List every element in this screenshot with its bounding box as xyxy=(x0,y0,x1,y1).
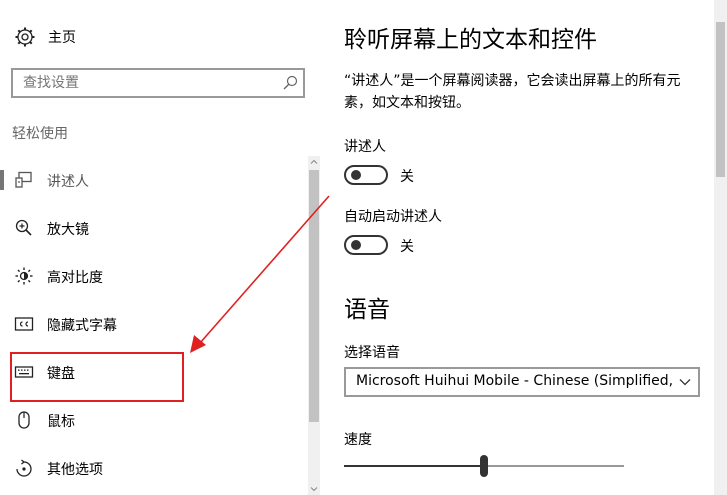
sidebar-item-other-options[interactable]: 其他选项 xyxy=(0,444,308,492)
search-box[interactable] xyxy=(11,68,305,98)
sidebar-item-narrator[interactable]: 讲述人 xyxy=(0,156,308,204)
gear-icon xyxy=(15,27,35,47)
scroll-down-icon[interactable] xyxy=(308,483,320,495)
magnifier-icon xyxy=(15,219,32,236)
voice-dropdown-value: Microsoft Huihui Mobile - Chinese (Simpl… xyxy=(356,373,674,389)
search-input[interactable] xyxy=(23,74,273,92)
main-scrollbar[interactable] xyxy=(714,0,727,495)
narrator-toggle[interactable] xyxy=(344,165,388,185)
other-options-icon xyxy=(16,459,32,477)
autostart-toggle-label: 自动启动讲述人 xyxy=(344,209,442,225)
closed-captions-icon xyxy=(14,317,34,331)
slider-fill xyxy=(344,465,484,467)
sidebar-item-label: 讲述人 xyxy=(47,174,89,190)
sidebar-nav: 讲述人 放大镜 高对比度 隐藏式字幕 键盘 鼠标 其他选项 xyxy=(0,156,308,492)
search-icon[interactable] xyxy=(282,75,298,91)
sidebar-scrollbar-thumb[interactable] xyxy=(309,170,319,422)
narrator-icon xyxy=(15,171,32,188)
main-content: 聆听屏幕上的文本和控件 “讲述人”是一个屏幕阅读器，它会读出屏幕上的所有元素，如… xyxy=(344,0,714,495)
mouse-icon xyxy=(18,411,30,429)
page-title: 聆听屏幕上的文本和控件 xyxy=(344,27,597,53)
speed-slider[interactable] xyxy=(344,455,624,479)
sidebar-item-high-contrast[interactable]: 高对比度 xyxy=(0,252,308,300)
annotation-highlight-box xyxy=(10,352,184,402)
toggle-knob xyxy=(351,170,361,180)
choose-voice-label: 选择语音 xyxy=(344,345,400,361)
autostart-toggle[interactable] xyxy=(344,235,388,255)
home-label: 主页 xyxy=(48,30,76,46)
home-nav-item[interactable]: 主页 xyxy=(14,24,76,50)
slider-thumb[interactable] xyxy=(480,455,488,477)
sidebar-item-closed-captions[interactable]: 隐藏式字幕 xyxy=(0,300,308,348)
narrator-toggle-label: 讲述人 xyxy=(344,139,386,155)
scroll-up-icon[interactable] xyxy=(308,156,320,168)
high-contrast-icon xyxy=(15,267,33,285)
section-title: 轻松使用 xyxy=(12,126,68,142)
toggle-knob xyxy=(351,240,361,250)
main-scrollbar-thumb[interactable] xyxy=(716,22,725,177)
autostart-toggle-state: 关 xyxy=(400,239,414,255)
sidebar-scrollbar[interactable] xyxy=(308,156,320,495)
sidebar-item-label: 高对比度 xyxy=(47,270,103,286)
sidebar-item-label: 鼠标 xyxy=(47,414,75,430)
sidebar-item-label: 放大镜 xyxy=(47,222,89,238)
voice-dropdown[interactable]: Microsoft Huihui Mobile - Chinese (Simpl… xyxy=(344,367,700,397)
sidebar-item-label: 隐藏式字幕 xyxy=(47,318,117,334)
speed-label: 速度 xyxy=(344,432,372,448)
selection-indicator xyxy=(0,170,4,190)
sidebar-item-label: 其他选项 xyxy=(47,462,103,478)
chevron-down-icon xyxy=(679,379,691,386)
page-description: “讲述人”是一个屏幕阅读器，它会读出屏幕上的所有元素，如文本和按钮。 xyxy=(344,73,681,111)
settings-sidebar: 主页 轻松使用 讲述人 放大镜 xyxy=(0,0,322,495)
sidebar-item-mouse[interactable]: 鼠标 xyxy=(0,396,308,444)
voice-section-title: 语音 xyxy=(344,297,390,323)
sidebar-item-magnifier[interactable]: 放大镜 xyxy=(0,204,308,252)
narrator-toggle-state: 关 xyxy=(400,169,414,185)
